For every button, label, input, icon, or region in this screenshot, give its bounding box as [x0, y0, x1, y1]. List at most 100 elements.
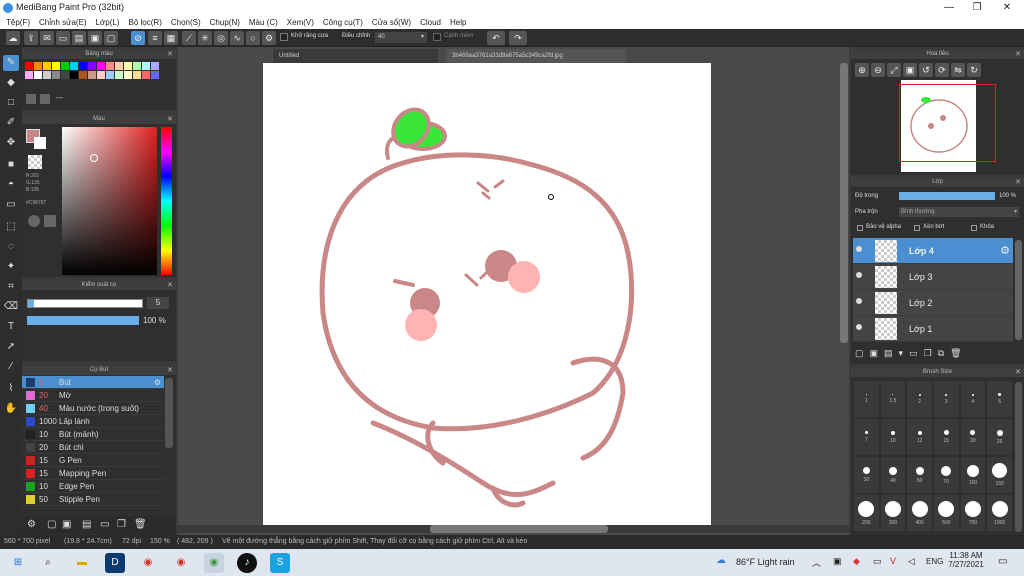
palette-swatch[interactable]	[115, 71, 123, 79]
brush-item[interactable]: 20 Mờ	[22, 389, 164, 402]
clipping-checkbox[interactable]	[914, 225, 920, 231]
palette-swatch[interactable]	[124, 71, 132, 79]
layer-item[interactable]: Lớp 1	[853, 316, 1013, 342]
palette-swatch[interactable]	[79, 71, 87, 79]
lasso-tool-icon[interactable]: ◌	[3, 239, 19, 255]
file-explorer-icon[interactable]: ▬	[72, 553, 92, 573]
duplicate-layer-icon[interactable]: ❐	[924, 348, 932, 360]
vertical-scrollbar[interactable]	[840, 63, 848, 343]
menu-filter[interactable]: Bộ lọc(R)	[129, 16, 162, 29]
add-brush-icon[interactable]: ⚙	[27, 519, 36, 530]
text-tool-icon[interactable]: T	[3, 319, 19, 335]
eye-icon[interactable]	[856, 324, 862, 330]
new-1bit-icon[interactable]: ▤	[884, 348, 893, 360]
close-icon[interactable]: ✕	[167, 115, 173, 124]
palette-swatch[interactable]	[34, 62, 42, 70]
brush-size-cell[interactable]: 400	[907, 495, 932, 531]
palette-swatch[interactable]	[133, 71, 141, 79]
merge-layer-icon[interactable]: ⧉	[938, 348, 944, 360]
operation-tool-icon[interactable]: ➚	[3, 339, 19, 355]
divide-tool-icon[interactable]: ⁄	[3, 359, 19, 375]
skype-icon[interactable]: S	[270, 553, 290, 573]
rotate-right-icon[interactable]: ↻	[967, 63, 981, 77]
brush-item[interactable]: 1000 Lấp lánh	[22, 415, 164, 428]
cloud-icon[interactable]: ☁	[6, 31, 20, 45]
grid-icon[interactable]: ▦	[164, 31, 178, 45]
trash-icon[interactable]: 🗑	[950, 348, 961, 360]
palette-swatch[interactable]	[43, 71, 51, 79]
open-icon[interactable]: ▢	[104, 31, 118, 45]
brush-item[interactable]: 15 Mapping Pen	[22, 467, 164, 480]
brush-size-cell[interactable]: 2	[907, 381, 932, 417]
palette-swatch[interactable]	[61, 71, 69, 79]
palette-swatch[interactable]	[88, 62, 96, 70]
blend-select[interactable]: Bình thường ▾	[899, 207, 1019, 217]
brush-size-cell[interactable]: 10	[880, 419, 906, 455]
brush-size-cell[interactable]: 7	[854, 419, 879, 455]
flip-icon[interactable]: ⇋	[951, 63, 965, 77]
new-layer-icon[interactable]: ▢	[855, 348, 864, 360]
trash-icon[interactable]	[40, 94, 50, 104]
menu-view[interactable]: Xem(V)	[287, 16, 314, 29]
comment-icon[interactable]: ▭	[56, 31, 70, 45]
drawing-canvas[interactable]	[263, 63, 711, 525]
snap-settings-icon[interactable]: ⚙	[262, 31, 276, 45]
brush-item[interactable]: 15 G Pen	[22, 454, 164, 467]
layer-item[interactable]: Lớp 3	[853, 264, 1013, 290]
tray-mcafee-icon[interactable]: ◆	[853, 556, 860, 567]
search-icon[interactable]: ⌕	[38, 553, 58, 573]
close-icon[interactable]: ✕	[167, 50, 173, 59]
brush-item[interactable]: 40 Màu nước (trong suốt)	[22, 402, 164, 415]
tray-v-icon[interactable]: V	[890, 556, 896, 566]
circle-snap-icon[interactable]: ○	[246, 31, 260, 45]
eye-icon[interactable]	[856, 246, 862, 252]
brush-size-cell[interactable]: 20	[960, 419, 986, 455]
tray-language[interactable]: ENG	[926, 557, 943, 566]
color-picker-icon[interactable]	[44, 215, 56, 227]
new-page-icon[interactable]: ▢	[47, 519, 56, 530]
rectangle-tool-icon[interactable]: □	[3, 95, 19, 111]
eye-icon[interactable]	[856, 298, 862, 304]
hand-tool-icon[interactable]: ✋	[3, 401, 19, 417]
brush-item[interactable]: 50 Stipple Pen	[22, 493, 164, 506]
brush-size-cell[interactable]: 5	[987, 381, 1012, 417]
soft-edge-checkbox[interactable]	[433, 33, 441, 41]
select-pen-tool-icon[interactable]: ⌗	[3, 279, 19, 295]
reset-icon[interactable]: ⟳	[935, 63, 949, 77]
palette-swatch[interactable]	[97, 62, 105, 70]
move-tool-icon[interactable]: ✥	[3, 135, 19, 151]
close-icon[interactable]: ✕	[167, 366, 173, 375]
brush-size-cell[interactable]: 1	[854, 381, 879, 417]
close-icon[interactable]: ✕	[1015, 178, 1021, 187]
notification-icon[interactable]: ▭	[998, 556, 1007, 567]
upload-icon[interactable]: ⇪	[24, 31, 38, 45]
brush-size-cell[interactable]: 200	[854, 495, 879, 531]
new-page-icon[interactable]	[26, 94, 36, 104]
fit-icon[interactable]: ⤢	[887, 63, 901, 77]
horizontal-scrollbar[interactable]	[178, 525, 849, 533]
zoom-in-icon[interactable]: ⊕	[855, 63, 869, 77]
layer-item[interactable]: Lớp 4 ⚙	[853, 238, 1013, 264]
menu-help[interactable]: Help	[450, 16, 466, 29]
brush-size-cell[interactable]: 15	[933, 419, 959, 455]
maximize-icon[interactable]: ❐	[962, 0, 992, 16]
trash-icon[interactable]: 🗑	[134, 519, 147, 530]
folder-icon[interactable]: ▭	[100, 519, 109, 530]
dot-tool-icon[interactable]: ✐	[3, 115, 19, 131]
save-icon[interactable]: ▣	[88, 31, 102, 45]
opacity-slider[interactable]	[27, 316, 139, 325]
fill-rect-tool-icon[interactable]: ■	[3, 157, 19, 173]
eye-icon[interactable]	[856, 272, 862, 278]
copy-icon[interactable]: ❐	[117, 519, 126, 530]
palette-swatch[interactable]	[151, 62, 159, 70]
palette-swatch[interactable]	[79, 62, 87, 70]
menu-select[interactable]: Chọn(S)	[171, 16, 201, 29]
brush-size-cell[interactable]: 150	[987, 457, 1012, 493]
tray-app-icon[interactable]: ▣	[833, 556, 842, 567]
palette-swatch[interactable]	[124, 62, 132, 70]
close-icon[interactable]: ✕	[1015, 368, 1021, 377]
menu-window[interactable]: Cửa sổ(W)	[372, 16, 411, 29]
rotate-left-icon[interactable]: ↺	[919, 63, 933, 77]
gear-icon[interactable]: ⚙	[154, 376, 161, 389]
undo-icon[interactable]: ↶	[487, 31, 505, 45]
